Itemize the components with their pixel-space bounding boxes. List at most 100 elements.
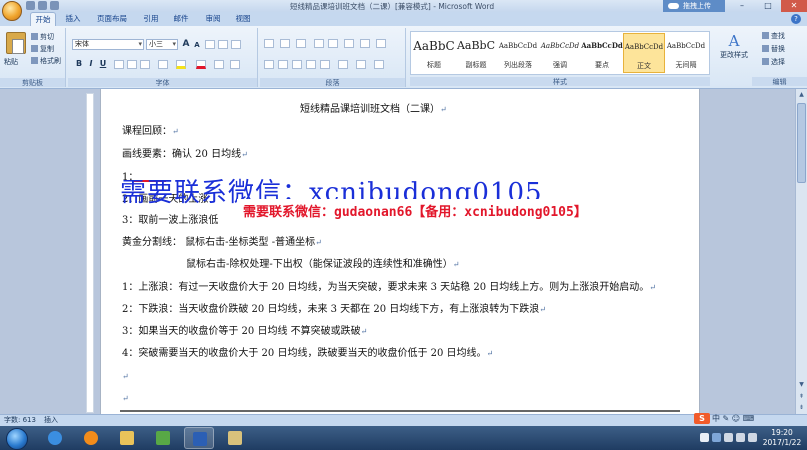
align-right-icon[interactable] bbox=[292, 60, 302, 69]
style-strong[interactable]: AaBbCcDd 要点 bbox=[581, 33, 623, 73]
help-icon[interactable]: ? bbox=[791, 14, 801, 24]
tray-network-icon[interactable] bbox=[700, 433, 709, 442]
taskbar-ie[interactable] bbox=[40, 427, 70, 449]
line-spacing-icon[interactable] bbox=[338, 60, 348, 69]
word-count[interactable]: 字数: 613 bbox=[4, 415, 36, 426]
subscript-icon[interactable] bbox=[127, 60, 137, 69]
style-no-spacing[interactable]: AaBbCcDd 无间隔 bbox=[665, 33, 707, 73]
multilevel-list-icon[interactable] bbox=[296, 39, 306, 48]
tab-review[interactable]: 审阅 bbox=[200, 12, 226, 26]
copy-button[interactable]: 复制 bbox=[31, 44, 54, 54]
window-controls: – □ ✕ bbox=[729, 0, 807, 12]
tab-view[interactable]: 视图 bbox=[230, 12, 256, 26]
decrease-indent-icon[interactable] bbox=[314, 39, 324, 48]
tray-flag-icon[interactable] bbox=[724, 433, 733, 442]
select-button[interactable]: 选择 bbox=[762, 57, 785, 67]
tab-page-layout[interactable]: 页面布局 bbox=[92, 12, 132, 26]
office-button[interactable] bbox=[2, 1, 22, 21]
strikethrough-icon[interactable] bbox=[114, 60, 124, 69]
style-normal[interactable]: AaBbCcDd 正文 bbox=[623, 33, 665, 73]
scroll-down-arrow[interactable]: ▼ bbox=[796, 379, 807, 390]
title-bar: 短线精品课培训班文档（二课）[兼容模式] - Microsoft Word 拖拽… bbox=[0, 0, 807, 12]
highlight-color-icon[interactable] bbox=[176, 60, 186, 69]
taskbar bbox=[0, 426, 807, 450]
cut-button[interactable]: 剪切 bbox=[31, 32, 54, 42]
justify-icon[interactable] bbox=[306, 60, 316, 69]
taskbar-folder[interactable] bbox=[220, 427, 250, 449]
font-size-combo[interactable]: 小三 bbox=[146, 39, 178, 50]
font-color-icon[interactable] bbox=[196, 60, 206, 69]
vertical-scrollbar[interactable]: ▲ ▼ ⇞ ⇟ bbox=[795, 89, 807, 414]
brush-icon bbox=[31, 57, 38, 64]
bullets-icon[interactable] bbox=[264, 39, 274, 48]
chinese-layout-icon[interactable] bbox=[344, 39, 354, 48]
italic-button[interactable]: I bbox=[86, 59, 96, 69]
character-shading-icon[interactable] bbox=[214, 60, 224, 69]
close-button[interactable]: ✕ bbox=[781, 0, 807, 12]
tab-home[interactable]: 开始 bbox=[30, 12, 56, 26]
paste-icon[interactable] bbox=[6, 32, 26, 54]
style-subtitle[interactable]: AaBbC 副标题 bbox=[455, 33, 497, 73]
insert-mode[interactable]: 插入 bbox=[44, 415, 58, 426]
scroll-up-arrow[interactable]: ▲ bbox=[796, 89, 807, 100]
doc-line-fall: 2：下跌浪：当天收盘价跌破 20 日均线，未来 3 天都在 20 日均线下方，有… bbox=[122, 304, 546, 315]
align-left-icon[interactable] bbox=[264, 60, 274, 69]
shrink-font-button[interactable]: A bbox=[192, 40, 202, 50]
prev-page-button[interactable]: ⇞ bbox=[796, 391, 807, 402]
ime-toolbar[interactable]: 中 ✎ ☺ ⌨ bbox=[712, 413, 754, 424]
start-button[interactable] bbox=[2, 426, 30, 450]
scroll-thumb[interactable] bbox=[797, 103, 806, 183]
taskbar-word[interactable] bbox=[184, 427, 214, 449]
font-name-combo[interactable]: 宋体 bbox=[72, 39, 144, 50]
underline-button[interactable]: U bbox=[98, 59, 108, 69]
character-border-icon[interactable] bbox=[231, 40, 241, 49]
sogou-ime-icon[interactable]: S bbox=[694, 413, 710, 424]
folder-icon bbox=[228, 431, 242, 445]
cloud-upload-button[interactable]: 拖拽上传 bbox=[663, 0, 725, 12]
window-title: 短线精品课培训班文档（二课）[兼容模式] - Microsoft Word bbox=[290, 2, 495, 11]
show-marks-icon[interactable] bbox=[376, 39, 386, 48]
paste-label[interactable]: 粘贴 bbox=[4, 57, 18, 67]
maximize-button[interactable]: □ bbox=[755, 0, 781, 12]
minimize-button[interactable]: – bbox=[729, 0, 755, 12]
style-title[interactable]: AaBbC 标题 bbox=[413, 33, 455, 73]
document-page[interactable] bbox=[100, 89, 700, 414]
find-button[interactable]: 查找 bbox=[762, 31, 785, 41]
align-center-icon[interactable] bbox=[278, 60, 288, 69]
next-page-button[interactable]: ⇟ bbox=[796, 402, 807, 413]
tray-icon[interactable] bbox=[712, 433, 721, 442]
taskbar-app-green[interactable] bbox=[148, 427, 178, 449]
sort-icon[interactable] bbox=[360, 39, 370, 48]
tab-references[interactable]: 引用 bbox=[138, 12, 164, 26]
shading-icon[interactable] bbox=[356, 60, 366, 69]
taskbar-clock[interactable]: 19:20 2017/1/22 bbox=[760, 428, 804, 448]
superscript-icon[interactable] bbox=[140, 60, 150, 69]
redo-icon[interactable] bbox=[50, 1, 59, 10]
borders-icon[interactable] bbox=[374, 60, 384, 69]
grow-font-button[interactable]: A bbox=[181, 39, 191, 49]
format-painter-button[interactable]: 格式刷 bbox=[31, 56, 61, 66]
style-emphasis[interactable]: AaBbCcDd 强调 bbox=[539, 33, 581, 73]
tray-volume-icon[interactable] bbox=[748, 433, 757, 442]
save-icon[interactable] bbox=[26, 1, 35, 10]
undo-icon[interactable] bbox=[38, 1, 47, 10]
numbering-icon[interactable] bbox=[280, 39, 290, 48]
font-group-label: 字体 bbox=[68, 78, 257, 87]
increase-indent-icon[interactable] bbox=[328, 39, 338, 48]
doc-line-elements: 画线要素：确认 20 日均线↵ bbox=[122, 149, 248, 160]
tab-insert[interactable]: 插入 bbox=[60, 12, 86, 26]
taskbar-media[interactable] bbox=[76, 427, 106, 449]
clear-format-icon[interactable] bbox=[205, 40, 215, 49]
style-list-paragraph[interactable]: AaBbCcDd 列出段落 bbox=[497, 33, 539, 73]
text-effects-icon[interactable] bbox=[158, 60, 168, 69]
replace-button[interactable]: 替换 bbox=[762, 44, 785, 54]
change-styles-button[interactable]: A 更改样式 bbox=[718, 32, 750, 76]
enclose-characters-icon[interactable] bbox=[230, 60, 240, 69]
tab-mailings[interactable]: 邮件 bbox=[168, 12, 194, 26]
taskbar-explorer[interactable] bbox=[112, 427, 142, 449]
phonetic-guide-icon[interactable] bbox=[218, 40, 228, 49]
distributed-icon[interactable] bbox=[320, 60, 330, 69]
bold-button[interactable]: B bbox=[74, 59, 84, 69]
tray-monitor-icon[interactable] bbox=[736, 433, 745, 442]
paragraph-group: 段落 bbox=[260, 28, 406, 87]
